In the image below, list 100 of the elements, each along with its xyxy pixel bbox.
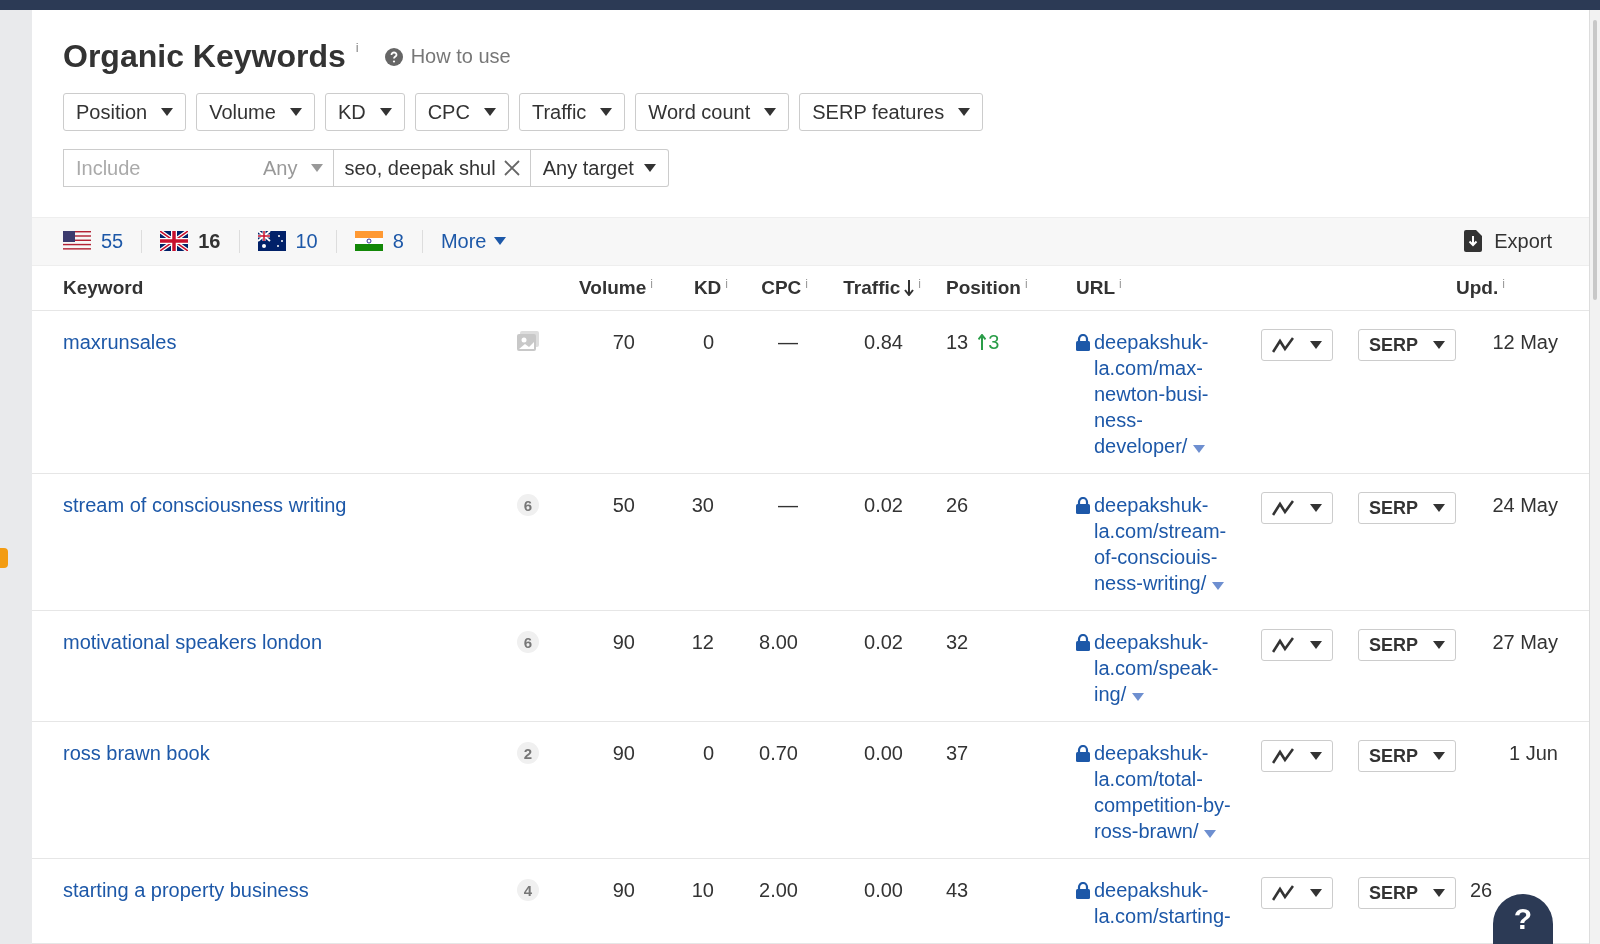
url-link[interactable]: deepakshuk- la.com/speak- ing/ bbox=[1094, 629, 1219, 707]
column-header[interactable]: CPC bbox=[761, 276, 802, 299]
cpc-value: — bbox=[778, 493, 799, 518]
caret-icon bbox=[161, 108, 174, 116]
more-dropdown[interactable]: More bbox=[440, 229, 507, 253]
caret-icon bbox=[1132, 693, 1145, 701]
caret-icon bbox=[1433, 641, 1445, 649]
include-field[interactable]: Include bbox=[63, 149, 253, 187]
serp-dropdown[interactable]: SERP bbox=[1358, 629, 1456, 661]
caret-icon bbox=[1433, 504, 1445, 512]
filter-dropdown[interactable]: Traffic bbox=[518, 93, 626, 131]
updated-date: 1 Jun bbox=[1509, 741, 1558, 766]
filter-dropdown[interactable]: Word count bbox=[635, 93, 790, 131]
export-button[interactable]: Export bbox=[1458, 228, 1558, 254]
info-mark[interactable]: i bbox=[355, 40, 359, 55]
file-download-icon bbox=[1464, 230, 1483, 253]
lock-icon bbox=[1076, 882, 1090, 899]
cpc-value: 0.70 bbox=[759, 741, 799, 766]
keyword-link[interactable]: ross brawn book bbox=[63, 742, 210, 764]
how-to-use-link[interactable]: How to use bbox=[384, 45, 511, 68]
serp-dropdown[interactable]: SERP bbox=[1358, 329, 1456, 361]
chart-dropdown[interactable] bbox=[1261, 629, 1333, 661]
help-icon bbox=[384, 47, 403, 66]
position-value: 32 bbox=[946, 630, 969, 655]
close-icon[interactable] bbox=[503, 160, 520, 176]
chart-dropdown[interactable] bbox=[1261, 740, 1333, 772]
country-tab[interactable]: 10 bbox=[257, 229, 337, 253]
scrollbar-thumb[interactable] bbox=[1593, 20, 1597, 300]
keyword-link[interactable]: maxrunsales bbox=[63, 331, 177, 353]
flag-icon bbox=[160, 231, 189, 252]
caret-icon bbox=[1204, 830, 1217, 838]
caret-icon bbox=[1310, 504, 1322, 512]
column-header[interactable]: Position bbox=[946, 276, 1021, 299]
help-button[interactable]: ? bbox=[1493, 894, 1553, 944]
volume-value: 90 bbox=[612, 630, 636, 655]
caret-icon bbox=[494, 237, 507, 246]
column-header[interactable]: Volume bbox=[579, 276, 647, 299]
volume-value: 50 bbox=[612, 493, 636, 518]
caret-icon bbox=[311, 164, 324, 172]
position-value: 43 bbox=[946, 878, 969, 903]
target-dropdown[interactable]: Any target bbox=[530, 149, 669, 187]
updated-date: 27 May bbox=[1492, 630, 1558, 655]
kd-value: 0 bbox=[702, 330, 715, 355]
filter-dropdown[interactable]: KD bbox=[324, 93, 405, 131]
caret-icon bbox=[958, 108, 971, 116]
serp-dropdown[interactable]: SERP bbox=[1358, 877, 1456, 909]
lock-icon bbox=[1076, 334, 1090, 351]
kd-value: 10 bbox=[691, 878, 715, 903]
serp-count: 6 bbox=[517, 494, 539, 516]
caret-icon bbox=[1310, 341, 1322, 349]
url-link[interactable]: deepakshuk- la.com/starting- bbox=[1094, 877, 1231, 929]
url-link[interactable]: deepakshuk- la.com/total- competition-by- ross-brawn/ bbox=[1094, 740, 1231, 844]
url-link[interactable]: deepakshuk- la.com/stream- of-consciouis- ness-writing/ bbox=[1094, 492, 1227, 596]
arrow-up-icon bbox=[978, 334, 987, 350]
chart-dropdown[interactable] bbox=[1261, 492, 1333, 524]
terms-field[interactable]: seo, deepak shul bbox=[333, 149, 531, 187]
caret-icon bbox=[1433, 889, 1445, 897]
traffic-value: 0.02 bbox=[864, 493, 904, 518]
position-change: 3 bbox=[978, 329, 1000, 355]
column-header[interactable]: URL bbox=[1076, 276, 1116, 299]
flag-icon bbox=[63, 231, 91, 252]
country-tab[interactable]: 16 bbox=[160, 229, 240, 253]
chart-dropdown[interactable] bbox=[1261, 877, 1333, 909]
caret-icon bbox=[379, 108, 392, 116]
caret-icon bbox=[289, 108, 302, 116]
filter-dropdown[interactable]: Position bbox=[63, 93, 187, 131]
volume-value: 90 bbox=[612, 878, 636, 903]
column-header[interactable]: Upd. bbox=[1456, 276, 1499, 299]
filter-dropdown[interactable]: SERP features bbox=[799, 93, 984, 131]
filter-dropdown[interactable]: Volume bbox=[196, 93, 315, 131]
column-header[interactable]: Traffic bbox=[843, 276, 915, 299]
serp-count: 6 bbox=[517, 631, 539, 653]
caret-icon bbox=[600, 108, 613, 116]
cpc-value: 2.00 bbox=[759, 878, 799, 903]
position-value: 26 bbox=[946, 493, 969, 518]
updated-date: 26 bbox=[1469, 878, 1493, 903]
kd-value: 30 bbox=[691, 493, 715, 518]
filter-dropdown[interactable]: CPC bbox=[414, 93, 509, 131]
traffic-value: 0.84 bbox=[864, 330, 904, 355]
url-link[interactable]: deepakshuk- la.com/max- newton-busi- ness- developer/ bbox=[1094, 329, 1209, 459]
keyword-link[interactable]: starting a property business bbox=[63, 879, 309, 901]
flag-icon bbox=[257, 231, 286, 252]
country-tab[interactable]: 55 bbox=[63, 229, 143, 253]
caret-icon bbox=[643, 164, 656, 172]
keyword-link[interactable]: stream of consciousness writing bbox=[63, 494, 347, 516]
line-chart-icon bbox=[1272, 748, 1294, 764]
column-header[interactable]: KD bbox=[693, 276, 722, 299]
traffic-value: 0.00 bbox=[864, 878, 904, 903]
chart-dropdown[interactable] bbox=[1261, 329, 1333, 361]
column-header[interactable]: Keyword bbox=[63, 276, 144, 299]
caret-icon bbox=[1193, 445, 1206, 453]
country-tab[interactable]: 8 bbox=[354, 229, 423, 253]
caret-icon bbox=[1310, 641, 1322, 649]
serp-dropdown[interactable]: SERP bbox=[1358, 740, 1456, 772]
keyword-link[interactable]: motivational speakers london bbox=[63, 631, 323, 653]
serp-dropdown[interactable]: SERP bbox=[1358, 492, 1456, 524]
caret-icon bbox=[1433, 752, 1445, 760]
traffic-value: 0.02 bbox=[864, 630, 904, 655]
caret-icon bbox=[1212, 582, 1225, 590]
lock-icon bbox=[1076, 634, 1090, 651]
